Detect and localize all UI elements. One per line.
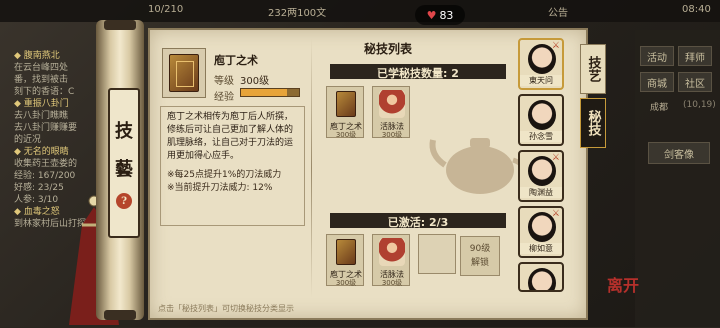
- character-name: 柳如意: [520, 243, 562, 254]
- help-icon[interactable]: ?: [116, 193, 132, 209]
- currency-text: 232两100文: [268, 8, 327, 19]
- active-slot-2[interactable]: 活脉法 300级: [372, 234, 410, 287]
- avatar: [528, 268, 556, 290]
- book-icon: [331, 89, 361, 119]
- quest-line: 刻下的香语：C: [14, 87, 75, 97]
- locked-slot-action: 解锁: [470, 258, 489, 268]
- tab-skills[interactable]: 技艺: [580, 44, 606, 94]
- skill-name: 庖丁之术: [214, 54, 258, 67]
- quest-line: 好感: 23/25: [14, 183, 64, 193]
- exp-bar: [240, 88, 300, 97]
- character-list: ⚔ 東天问 孙念雪 ⚔ 陶渊益 ⚔ 柳如意: [518, 38, 564, 328]
- skill-description: 庖丁之术相传为庖丁后人所撰，修练后可让自己更加了解人体的肌理脉络，让自己对于刀法…: [167, 112, 294, 161]
- quest-line: 在云台峰四处: [14, 63, 69, 73]
- likes-badge[interactable]: ♥ 83: [415, 5, 465, 25]
- notice-label[interactable]: 公告: [548, 4, 568, 19]
- quest-line: 的近况: [14, 135, 42, 145]
- character-card-1[interactable]: ⚔ 東天问: [518, 38, 564, 90]
- character-name: 陶渊益: [520, 187, 562, 198]
- sword-mark-icon: ⚔: [551, 41, 560, 51]
- skill-description-box: 庖丁之术相传为庖丁后人所撰，修练后可让自己更加了解人体的肌理脉络，让自己对于刀法…: [160, 106, 305, 226]
- stamina-text: 10/210: [148, 4, 184, 15]
- skill-notes: ※每25点提升1%的刀法威力 ※当前提升刀法威力: 12%: [167, 170, 282, 193]
- quest-title[interactable]: ◆ 无名的眼睛: [14, 146, 100, 158]
- character-card-5[interactable]: [518, 262, 564, 292]
- sword-mark-icon: ⚔: [551, 209, 560, 219]
- sword-mark-icon: ⚔: [551, 153, 560, 163]
- quest-line: 经验: 167/200: [14, 171, 76, 181]
- slot-level: 300级: [381, 279, 403, 287]
- tag-char-2: 藝: [115, 159, 133, 180]
- locked-slot[interactable]: 90级 解锁: [460, 236, 500, 276]
- master-button[interactable]: 拜师: [678, 46, 712, 66]
- slot-level: 300级: [381, 131, 403, 139]
- quest-line: 去八卦门瞧瞧: [14, 111, 69, 121]
- figure-icon: [377, 237, 407, 267]
- learned-count-label: 已学秘技数量: 2: [377, 67, 459, 80]
- level-value: 300级: [240, 76, 270, 87]
- character-card-4[interactable]: ⚔ 柳如意: [518, 206, 564, 258]
- locked-slot-level: 90级: [469, 244, 491, 254]
- clock-text: 08:40: [682, 4, 711, 15]
- skill-list-title[interactable]: 秘技列表: [364, 40, 412, 57]
- tab-secret-skills[interactable]: 秘技: [580, 98, 606, 148]
- figure-icon: [377, 89, 407, 119]
- quest-line: 收集药王壶娄的: [14, 159, 78, 169]
- active-slot-1[interactable]: 庖丁之术 300级: [326, 234, 364, 287]
- avatar: [528, 100, 556, 130]
- quest-line: 去八卦门赚赚要: [14, 123, 78, 133]
- slot-level: 300级: [335, 279, 357, 287]
- community-button[interactable]: 社区: [678, 72, 712, 92]
- skills-vertical-tag: 技 藝 ?: [108, 88, 140, 238]
- book-icon: [331, 237, 361, 267]
- tag-char-1: 技: [115, 121, 133, 142]
- level-label: 等级: [214, 76, 234, 87]
- quest-title[interactable]: ◆ 重振八卦门: [14, 98, 100, 110]
- heart-icon: ♥: [426, 8, 437, 22]
- zone-name: 成都: [650, 103, 669, 113]
- leave-stamp-button[interactable]: 离开: [607, 272, 639, 296]
- activity-button[interactable]: 活动: [640, 46, 674, 66]
- shop-button[interactable]: 商城: [640, 72, 674, 92]
- active-count-label: 已激活: 2/3: [387, 216, 449, 229]
- top-status-bar: 10/210 232两100文 公告 08:40: [0, 0, 720, 22]
- exp-bar-fill: [241, 89, 288, 96]
- active-slot-empty[interactable]: [418, 234, 456, 274]
- character-card-2[interactable]: 孙念雪: [518, 94, 564, 146]
- likes-count: 83: [439, 8, 454, 22]
- panel-divider: [311, 38, 312, 298]
- quest-line: 番，找到被击: [14, 75, 69, 85]
- character-card-3[interactable]: ⚔ 陶渊益: [518, 150, 564, 202]
- character-name: 東天问: [520, 75, 562, 86]
- learned-slot-2[interactable]: 活脉法 300级: [372, 86, 410, 139]
- exp-label: 经验: [214, 92, 234, 103]
- slot-level: 300级: [335, 131, 357, 139]
- quest-title[interactable]: ◆ 腹南燕北: [14, 50, 100, 62]
- zone-coords: (10,19): [683, 100, 716, 110]
- skill-book-icon: [162, 48, 206, 98]
- learned-slot-1[interactable]: 庖丁之术 300级: [326, 86, 364, 139]
- sword-book-button[interactable]: 剑客像: [648, 142, 710, 164]
- character-name: 孙念雪: [520, 131, 562, 142]
- footer-hint: 点击「秘技列表」可切换秘技分类显示: [158, 304, 294, 313]
